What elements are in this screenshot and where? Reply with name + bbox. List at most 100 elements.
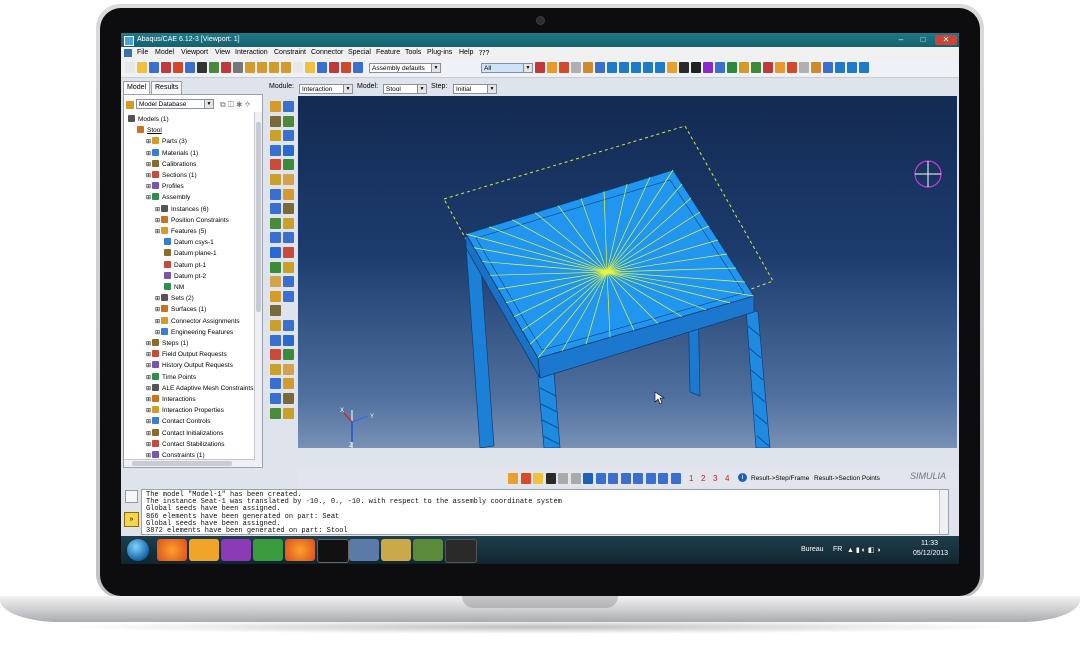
toolbar-button[interactable]	[823, 62, 833, 73]
menu-special[interactable]: Special	[348, 49, 371, 56]
selection-filter-combo[interactable]: All ▼	[481, 63, 533, 73]
scroll-thumb[interactable]	[256, 122, 261, 312]
toolbar-button[interactable]	[137, 62, 147, 73]
toolbar-button[interactable]	[245, 62, 255, 73]
abaqus-taskbar-icon[interactable]	[349, 539, 379, 561]
prompt-tool-button[interactable]	[608, 473, 618, 484]
tree-item[interactable]: ⊞ Materials (1)	[146, 148, 198, 159]
toolbar-button[interactable]	[257, 62, 267, 73]
toolbar-button[interactable]	[703, 62, 713, 73]
tree-item[interactable]: Datum pt-2	[164, 271, 206, 282]
toolbar-button[interactable]	[787, 62, 797, 73]
toolbar-button[interactable]	[547, 62, 557, 73]
info-icon[interactable]: i	[738, 473, 747, 482]
toolbar-button[interactable]	[535, 62, 545, 73]
toolbar-button[interactable]	[571, 62, 581, 73]
menu-connector[interactable]: Connector	[311, 49, 343, 56]
menu-model[interactable]: Model	[155, 49, 174, 56]
palette-tool-button[interactable]	[283, 290, 294, 302]
expand-icon[interactable]: ⊞	[146, 363, 151, 369]
expand-icon[interactable]: ⊞	[146, 375, 151, 381]
toolbar-button[interactable]	[811, 62, 821, 73]
frame-number-1[interactable]: 1	[689, 474, 693, 483]
tree-item[interactable]: Datum pt-1	[164, 260, 206, 271]
toolbar-button[interactable]	[221, 62, 231, 73]
expand-icon[interactable]: ⊞	[146, 442, 151, 448]
palette-tool-button[interactable]	[270, 363, 281, 375]
prompt-tool-button[interactable]	[658, 473, 668, 484]
message-tab-icon[interactable]	[125, 490, 138, 503]
palette-tool-button[interactable]	[270, 349, 281, 361]
tree-horizontal-scrollbar[interactable]	[124, 459, 255, 467]
menu-view[interactable]: View	[215, 49, 230, 56]
palette-tool-button[interactable]	[283, 144, 294, 156]
tree-item[interactable]: ⊞ Interaction Properties	[146, 405, 224, 416]
palette-tool-button[interactable]	[270, 159, 281, 171]
toolbar-button[interactable]	[125, 62, 135, 73]
menu-constraint[interactable]: Constraint	[274, 49, 306, 56]
palette-tool-button[interactable]	[270, 101, 281, 112]
palette-tool-button[interactable]	[283, 363, 294, 375]
palette-tool-button[interactable]	[270, 247, 281, 258]
expand-icon[interactable]: ⊞	[146, 195, 151, 201]
expand-icon[interactable]: ⊞	[155, 229, 160, 235]
toolbar-button[interactable]	[161, 62, 171, 73]
tree-item[interactable]: Stool	[137, 125, 162, 136]
assembly-display-combo[interactable]: Assembly defaults ▼	[369, 63, 441, 73]
palette-tool-button[interactable]	[283, 320, 294, 331]
toolbar-button[interactable]	[329, 62, 339, 73]
model-database-combo[interactable]: Model Database ▼	[136, 99, 214, 109]
prompt-tool-button[interactable]	[620, 473, 631, 484]
prompt-tool-button[interactable]	[533, 473, 543, 484]
toolbar-button[interactable]	[233, 62, 243, 73]
menu-viewport[interactable]: Viewport	[181, 49, 208, 56]
message-scrollbar[interactable]	[939, 490, 948, 534]
toolbar-button[interactable]	[583, 62, 593, 73]
palette-tool-button[interactable]	[283, 130, 294, 142]
menu-tools[interactable]: Tools	[405, 49, 421, 56]
expand-icon[interactable]: ⊞	[146, 408, 151, 414]
prompt-tool-button[interactable]	[520, 473, 531, 484]
palette-tool-button[interactable]	[270, 378, 281, 390]
command-prompt-icon[interactable]	[317, 539, 349, 563]
expand-icon[interactable]: ⊞	[146, 184, 151, 190]
prompt-tool-button[interactable]	[645, 473, 656, 484]
tree-item[interactable]: ⊞ Connector Assignments	[155, 316, 240, 327]
palette-tool-button[interactable]	[270, 203, 281, 215]
toolbar-button[interactable]	[859, 62, 869, 73]
palette-tool-button[interactable]	[283, 188, 294, 200]
toolbar-button[interactable]	[835, 62, 845, 73]
tree-item[interactable]: ⊞ Assembly	[146, 192, 190, 203]
palette-tool-button[interactable]	[270, 334, 281, 346]
toolbar-button[interactable]	[197, 62, 207, 73]
toolbar-button[interactable]	[269, 62, 279, 73]
toolbar-button[interactable]	[209, 62, 219, 73]
tree-item[interactable]: ⊞ Sections (1)	[146, 170, 197, 181]
tree-item[interactable]: Datum plane-1	[164, 248, 217, 259]
toolbar-button[interactable]	[149, 62, 159, 73]
expand-icon[interactable]: ⊞	[155, 307, 160, 313]
toolbar-button[interactable]	[341, 62, 351, 73]
step-combo[interactable]: Initial ▼	[453, 84, 497, 94]
menu-file[interactable]: File	[137, 49, 148, 56]
expand-icon[interactable]: ⊞	[155, 296, 160, 302]
tab-model[interactable]: Model	[123, 81, 151, 94]
palette-tool-button[interactable]	[270, 144, 281, 156]
toolbar-button[interactable]	[775, 62, 785, 73]
palette-tool-button[interactable]	[270, 320, 281, 331]
maximize-button[interactable]: □	[913, 35, 933, 45]
toolbar-location-label[interactable]: Bureau	[801, 546, 824, 553]
prompt-tool-button[interactable]	[545, 473, 556, 484]
toolbar-button[interactable]	[679, 62, 689, 73]
palette-tool-button[interactable]	[270, 115, 281, 127]
terminal-icon[interactable]	[445, 539, 477, 563]
palette-tool-button[interactable]	[283, 203, 294, 215]
clock-time[interactable]: 11:33	[921, 540, 938, 547]
palette-tool-button[interactable]	[270, 232, 281, 244]
tree-item[interactable]: ⊞ Field Output Requests	[146, 349, 227, 360]
tab-results[interactable]: Results	[151, 81, 183, 94]
palette-tool-button[interactable]	[283, 217, 294, 229]
toolbar-button[interactable]	[185, 62, 195, 73]
module-combo[interactable]: Interaction ▼	[299, 84, 353, 94]
firefox-icon[interactable]	[157, 539, 187, 561]
